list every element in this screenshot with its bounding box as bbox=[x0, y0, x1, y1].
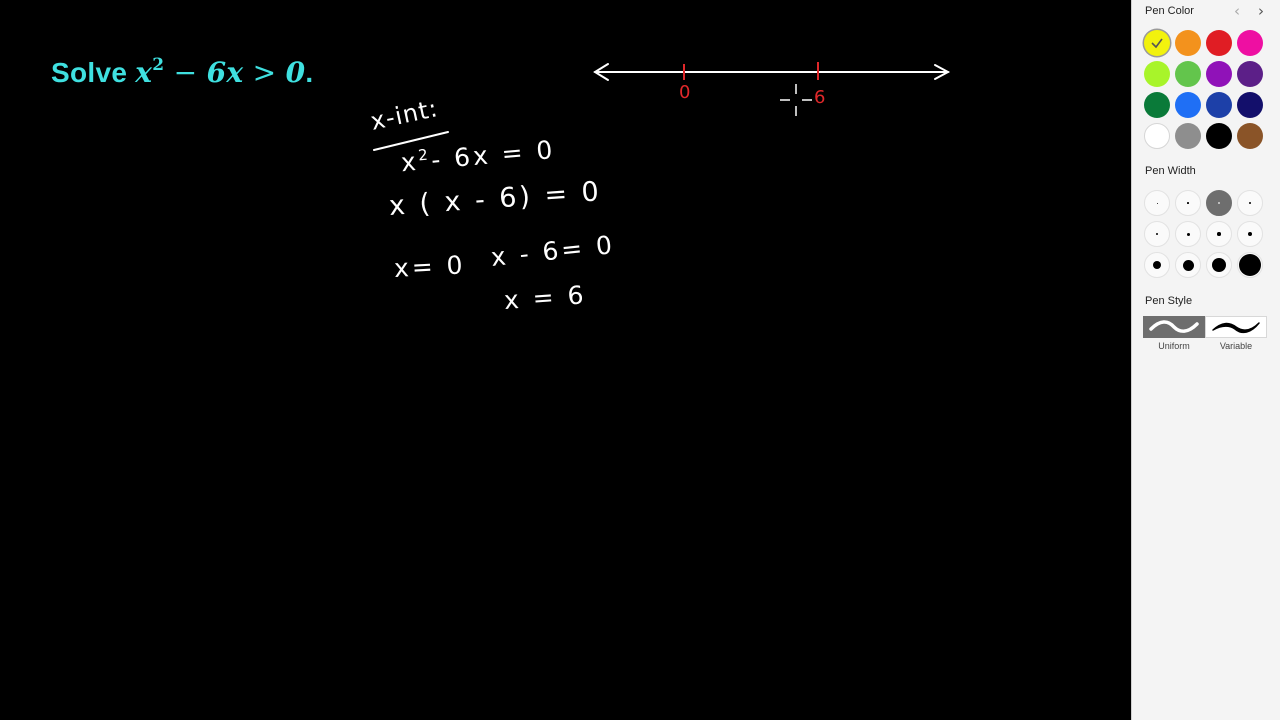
pen-color-swatch[interactable] bbox=[1206, 92, 1232, 118]
pen-style-title: Pen Style bbox=[1145, 295, 1193, 307]
pen-style-variable-button[interactable] bbox=[1205, 316, 1267, 338]
problem-period: . bbox=[305, 57, 314, 88]
problem-variable: x bbox=[135, 56, 153, 89]
number-line-axis bbox=[593, 63, 951, 81]
width-dot-icon bbox=[1156, 202, 1158, 204]
handwritten-equation-3: x - 6= 0 bbox=[489, 230, 617, 272]
tick-label-0: 0 bbox=[679, 82, 691, 103]
pen-color-swatch[interactable] bbox=[1175, 30, 1201, 56]
width-dot-icon bbox=[1239, 254, 1261, 276]
width-dot-icon bbox=[1249, 202, 1251, 204]
problem-minus: − bbox=[164, 56, 207, 89]
width-dot-icon bbox=[1182, 259, 1194, 271]
number-line bbox=[593, 62, 951, 81]
pen-color-swatch[interactable] bbox=[1206, 30, 1232, 56]
pen-width-option[interactable] bbox=[1206, 221, 1232, 247]
problem-exponent: 2 bbox=[152, 54, 165, 75]
pen-color-swatch[interactable] bbox=[1144, 92, 1170, 118]
width-dot-icon bbox=[1186, 232, 1190, 236]
pen-color-swatch[interactable] bbox=[1175, 123, 1201, 149]
variable-stroke-icon bbox=[1212, 322, 1260, 334]
pen-width-title: Pen Width bbox=[1145, 165, 1196, 177]
pen-color-swatch[interactable] bbox=[1237, 30, 1263, 56]
pen-width-option[interactable] bbox=[1237, 252, 1263, 278]
pen-width-option[interactable] bbox=[1175, 190, 1201, 216]
pen-color-swatch[interactable] bbox=[1237, 92, 1263, 118]
pen-width-option[interactable] bbox=[1206, 190, 1232, 216]
pen-color-swatch[interactable] bbox=[1237, 61, 1263, 87]
width-dot-icon bbox=[1153, 261, 1161, 269]
pen-color-swatch[interactable] bbox=[1237, 123, 1263, 149]
pen-color-swatch[interactable] bbox=[1144, 61, 1170, 87]
width-dot-icon bbox=[1212, 258, 1226, 272]
handwritten-solution-1: x= 0 bbox=[393, 250, 467, 283]
pen-color-grid bbox=[1144, 30, 1263, 149]
chevron-left-icon[interactable]: ‹ bbox=[1234, 2, 1240, 20]
problem-prefix: Solve bbox=[51, 57, 136, 88]
pen-width-option[interactable] bbox=[1175, 221, 1201, 247]
width-dot-icon bbox=[1217, 232, 1221, 236]
crosshair-cursor-icon bbox=[780, 84, 812, 116]
problem-rhs: 0 bbox=[285, 56, 306, 89]
problem-term: 6x bbox=[206, 56, 244, 89]
tick-label-6: 6 bbox=[814, 87, 826, 108]
problem-relation: > bbox=[243, 56, 286, 89]
handwritten-solution-2: x = 6 bbox=[502, 280, 588, 315]
pen-color-swatch[interactable] bbox=[1206, 123, 1232, 149]
pen-width-grid bbox=[1144, 190, 1263, 278]
pen-width-option[interactable] bbox=[1144, 221, 1170, 247]
width-dot-icon bbox=[1248, 232, 1252, 236]
pen-width-option[interactable] bbox=[1175, 252, 1201, 278]
pen-width-option[interactable] bbox=[1237, 221, 1263, 247]
pen-color-swatch[interactable] bbox=[1144, 30, 1170, 56]
pen-width-option[interactable] bbox=[1206, 252, 1232, 278]
width-dot-icon bbox=[1187, 202, 1189, 204]
pen-width-option[interactable] bbox=[1237, 190, 1263, 216]
uniform-stroke-icon bbox=[1149, 320, 1199, 333]
chevron-right-icon[interactable]: › bbox=[1258, 2, 1264, 20]
checkmark-icon bbox=[1144, 30, 1170, 56]
handwritten-equation-2: x ( x - 6) = 0 bbox=[387, 176, 603, 222]
drawing-canvas[interactable]: Solve x2 − 6x > 0. 0 6 x-int: x2- 6x = 0… bbox=[0, 0, 1131, 720]
pen-style-labels: Uniform Variable bbox=[1143, 341, 1267, 351]
pen-width-option[interactable] bbox=[1144, 252, 1170, 278]
pen-color-title: Pen Color bbox=[1145, 5, 1194, 17]
problem-statement: Solve x2 − 6x > 0. bbox=[51, 54, 314, 89]
pen-width-option[interactable] bbox=[1144, 190, 1170, 216]
pen-color-swatch[interactable] bbox=[1175, 92, 1201, 118]
width-dot-icon bbox=[1155, 232, 1159, 236]
pen-color-swatch[interactable] bbox=[1175, 61, 1201, 87]
pen-style-uniform-button[interactable] bbox=[1143, 316, 1205, 338]
pen-color-swatch[interactable] bbox=[1144, 123, 1170, 149]
pen-style-uniform-label: Uniform bbox=[1158, 341, 1190, 351]
pen-style-variable-label: Variable bbox=[1219, 341, 1253, 351]
pen-color-swatch[interactable] bbox=[1206, 61, 1232, 87]
pen-style-options bbox=[1143, 316, 1267, 338]
width-dot-icon bbox=[1218, 202, 1220, 204]
pen-settings-panel: Pen Color ‹ › Pen Width Pen Style Unifor… bbox=[1131, 0, 1280, 720]
